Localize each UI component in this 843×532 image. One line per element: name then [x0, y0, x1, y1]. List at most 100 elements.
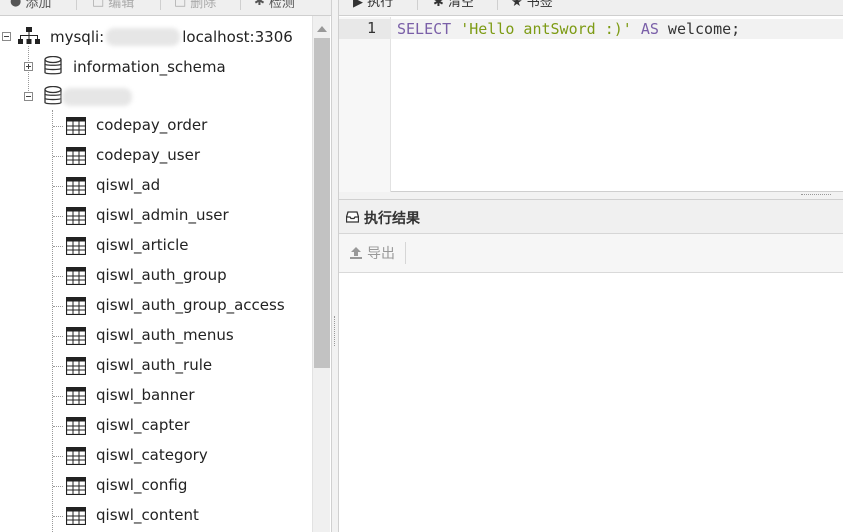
table-node[interactable]: qiswl_auth_menus	[96, 326, 234, 344]
add-button[interactable]: ● 添加	[10, 0, 51, 11]
table-icon	[66, 477, 86, 495]
execute-label: 执行	[367, 0, 394, 10]
tree-branch-line	[53, 126, 63, 127]
collapse-database-toggle[interactable]	[24, 92, 33, 101]
bookmark-label: 书签	[526, 0, 553, 10]
table-node[interactable]: qiswl_auth_rule	[96, 356, 212, 374]
result-toolbar: 导出	[339, 234, 843, 273]
table-node[interactable]: qiswl_banner	[96, 386, 195, 404]
bookmark-button[interactable]: ★ 书签	[511, 0, 553, 11]
table-icon	[66, 117, 86, 135]
horizontal-splitter[interactable]	[339, 192, 843, 200]
export-button[interactable]: 导出	[349, 242, 406, 264]
toolbar-divider	[497, 0, 498, 10]
splitter-grip[interactable]	[334, 316, 336, 346]
splitter-grip[interactable]	[801, 194, 831, 196]
clear-icon: ✱	[433, 0, 444, 10]
expand-database-toggle[interactable]	[24, 62, 33, 71]
table-icon	[66, 147, 86, 165]
inbox-icon	[346, 211, 359, 223]
tree-branch-line	[53, 366, 63, 367]
table-node[interactable]: qiswl_content	[96, 506, 199, 524]
table-node[interactable]: qiswl_category	[96, 446, 208, 464]
delete-button[interactable]: □ 删除	[174, 0, 216, 11]
table-icon	[66, 417, 86, 435]
toolbar-divider	[417, 0, 418, 10]
vertical-splitter[interactable]	[331, 0, 339, 532]
code-token-str: 'Hello antSword :)'	[460, 20, 632, 38]
editor-gutter: 1	[339, 17, 391, 192]
table-icon	[66, 297, 86, 315]
connection-suffix: localhost:3306	[182, 28, 293, 46]
table-icon	[66, 237, 86, 255]
redacted-database-name	[62, 88, 132, 106]
table-icon	[66, 177, 86, 195]
sql-code-line[interactable]: SELECT 'Hello antSword :)' AS welcome;	[397, 19, 740, 39]
sql-editor[interactable]: 1 SELECT 'Hello antSword :)' AS welcome;	[339, 17, 843, 192]
code-token-plain: welcome;	[658, 20, 741, 38]
table-node[interactable]: qiswl_article	[96, 236, 189, 254]
table-node[interactable]: qiswl_config	[96, 476, 187, 494]
delete-label: 删除	[190, 0, 217, 11]
tree-branch-line	[53, 396, 63, 397]
table-icon	[66, 207, 86, 225]
star-icon: ★	[511, 0, 523, 10]
table-icon	[66, 507, 86, 525]
line-number: 1	[366, 19, 376, 37]
check-label: 检测	[268, 0, 295, 11]
tree-branch-line	[53, 156, 63, 157]
result-panel-title: 执行结果	[364, 211, 420, 227]
table-node[interactable]: qiswl_capter	[96, 416, 190, 434]
clear-button[interactable]: ✱ 清空	[433, 0, 474, 11]
result-panel-header: 执行结果	[339, 200, 843, 234]
tree-guide-line	[28, 46, 29, 97]
toolbar-divider	[76, 0, 77, 10]
sql-pane: ▶ 执行 ✱ 清空 ★ 书签 1 SELECT 'Hello antSword …	[339, 0, 843, 532]
clear-label: 清空	[448, 0, 475, 10]
sitemap-icon	[18, 27, 40, 44]
plus-circle-icon: ●	[10, 0, 22, 9]
database-name: information_schema	[73, 58, 226, 76]
tree-branch-line	[53, 216, 63, 217]
connection-prefix: mysqli:	[50, 28, 105, 46]
database-node[interactable]: information_schema	[73, 54, 226, 80]
collapse-connection-toggle[interactable]	[2, 32, 11, 41]
connection-node[interactable]: mysqli: localhost:3306	[50, 24, 293, 50]
database-icon	[44, 56, 62, 75]
tree-branch-line	[53, 246, 63, 247]
table-node[interactable]: qiswl_admin_user	[96, 206, 229, 224]
tree-branch-line	[53, 186, 63, 187]
tree-branch-line	[53, 426, 63, 427]
scroll-thumb[interactable]	[314, 38, 330, 368]
edit-button[interactable]: □ 编辑	[92, 0, 134, 11]
toolbar-divider	[160, 0, 161, 10]
table-node[interactable]: codepay_order	[96, 116, 207, 134]
table-node[interactable]: qiswl_auth_group_access	[96, 296, 285, 314]
tree-guide-line	[52, 110, 53, 532]
database-icon	[44, 86, 62, 105]
edit-icon: □	[92, 0, 105, 9]
table-icon	[66, 447, 86, 465]
table-node[interactable]: qiswl_ad	[96, 176, 160, 194]
execute-button[interactable]: ▶ 执行	[353, 0, 393, 11]
tree-branch-line	[53, 516, 63, 517]
redacted-host	[106, 28, 181, 46]
database-tree: mysqli: localhost:3306 information_schem…	[0, 16, 312, 532]
gutter-active-line	[339, 19, 391, 39]
tree-scrollbar[interactable]	[312, 16, 330, 532]
table-node[interactable]: qiswl_auth_group	[96, 266, 227, 284]
edit-label: 编辑	[108, 0, 135, 11]
play-icon: ▶	[353, 0, 363, 10]
delete-icon: □	[174, 0, 187, 9]
export-label: 导出	[367, 246, 395, 262]
database-tree-pane: ● 添加 □ 编辑 □ 删除 ✱ 检测 mysqli: localhost:33…	[0, 0, 331, 532]
tree-branch-line	[53, 486, 63, 487]
spinner-icon: ✱	[254, 0, 265, 9]
check-button[interactable]: ✱ 检测	[254, 0, 295, 11]
scroll-up-arrow-icon[interactable]	[317, 26, 327, 32]
table-node[interactable]: codepay_user	[96, 146, 200, 164]
sql-toolbar: ▶ 执行 ✱ 清空 ★ 书签	[339, 0, 843, 16]
table-icon	[66, 267, 86, 285]
tree-branch-line	[53, 456, 63, 457]
